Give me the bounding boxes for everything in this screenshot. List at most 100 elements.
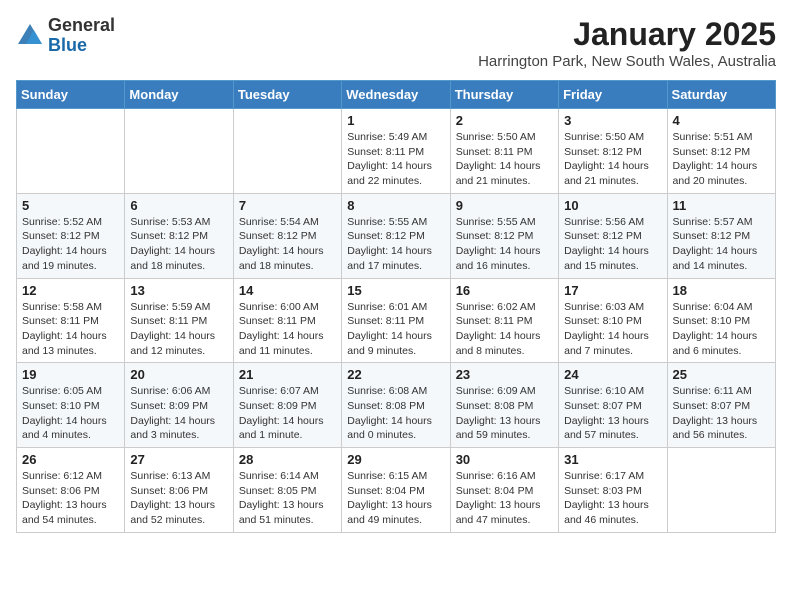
calendar-cell: 8Sunrise: 5:55 AMSunset: 8:12 PMDaylight… <box>342 193 450 278</box>
calendar-cell <box>667 448 775 533</box>
day-info: Sunrise: 5:57 AMSunset: 8:12 PMDaylight:… <box>673 215 770 274</box>
calendar-cell: 25Sunrise: 6:11 AMSunset: 8:07 PMDayligh… <box>667 363 775 448</box>
calendar-cell: 21Sunrise: 6:07 AMSunset: 8:09 PMDayligh… <box>233 363 341 448</box>
day-info: Sunrise: 6:00 AMSunset: 8:11 PMDaylight:… <box>239 300 336 359</box>
day-info: Sunrise: 5:59 AMSunset: 8:11 PMDaylight:… <box>130 300 227 359</box>
week-row-5: 26Sunrise: 6:12 AMSunset: 8:06 PMDayligh… <box>17 448 776 533</box>
day-info: Sunrise: 6:09 AMSunset: 8:08 PMDaylight:… <box>456 384 553 443</box>
header-day-saturday: Saturday <box>667 81 775 109</box>
day-info: Sunrise: 5:50 AMSunset: 8:12 PMDaylight:… <box>564 130 661 189</box>
calendar-cell: 23Sunrise: 6:09 AMSunset: 8:08 PMDayligh… <box>450 363 558 448</box>
day-number: 5 <box>22 198 119 213</box>
day-number: 30 <box>456 452 553 467</box>
day-number: 16 <box>456 283 553 298</box>
day-info: Sunrise: 6:08 AMSunset: 8:08 PMDaylight:… <box>347 384 444 443</box>
header-day-sunday: Sunday <box>17 81 125 109</box>
day-number: 8 <box>347 198 444 213</box>
calendar-cell: 29Sunrise: 6:15 AMSunset: 8:04 PMDayligh… <box>342 448 450 533</box>
month-year: January 2025 <box>478 16 776 53</box>
page-header: General Blue January 2025 Harrington Par… <box>16 16 776 70</box>
calendar-cell: 19 Sunrise: 6:05 AMSunset: 8:10 PMDayligh… <box>17 363 125 448</box>
calendar-cell: 12Sunrise: 5:58 AMSunset: 8:11 PMDayligh… <box>17 278 125 363</box>
logo-blue: Blue <box>48 35 87 55</box>
day-number: 19 <box>22 367 119 382</box>
header-day-monday: Monday <box>125 81 233 109</box>
day-number: 4 <box>673 113 770 128</box>
calendar-cell: 1 Sunrise: 5:49 AMSunset: 8:11 PMDaylight… <box>342 109 450 194</box>
calendar-cell: 28Sunrise: 6:14 AMSunset: 8:05 PMDayligh… <box>233 448 341 533</box>
calendar-header: SundayMondayTuesdayWednesdayThursdayFrid… <box>17 81 776 109</box>
day-info: Sunrise: 6:16 AMSunset: 8:04 PMDaylight:… <box>456 469 553 528</box>
calendar-cell: 5 Sunrise: 5:52 AMSunset: 8:12 PMDaylight… <box>17 193 125 278</box>
logo-general: General <box>48 15 115 35</box>
logo-text: General Blue <box>48 16 115 56</box>
day-info: Sunrise: 6:05 AMSunset: 8:10 PMDaylight:… <box>22 384 119 443</box>
calendar-cell: 20 Sunrise: 6:06 AMSunset: 8:09 PMDayligh… <box>125 363 233 448</box>
calendar-cell: 31 Sunrise: 6:17 AMSunset: 8:03 PMDayligh… <box>559 448 667 533</box>
calendar-cell: 3 Sunrise: 5:50 AMSunset: 8:12 PMDaylight… <box>559 109 667 194</box>
day-info: Sunrise: 6:10 AMSunset: 8:07 PMDaylight:… <box>564 384 661 443</box>
day-number: 7 <box>239 198 336 213</box>
calendar-cell <box>125 109 233 194</box>
calendar-cell: 10Sunrise: 5:56 AMSunset: 8:12 PMDayligh… <box>559 193 667 278</box>
day-info: Sunrise: 6:04 AMSunset: 8:10 PMDaylight:… <box>673 300 770 359</box>
day-info: Sunrise: 6:17 AMSunset: 8:03 PMDaylight:… <box>564 469 661 528</box>
day-number: 10 <box>564 198 661 213</box>
header-day-friday: Friday <box>559 81 667 109</box>
day-number: 18 <box>673 283 770 298</box>
calendar-cell: 26Sunrise: 6:12 AMSunset: 8:06 PMDayligh… <box>17 448 125 533</box>
calendar-cell: 30 Sunrise: 6:16 AMSunset: 8:04 PMDayligh… <box>450 448 558 533</box>
week-row-2: 5 Sunrise: 5:52 AMSunset: 8:12 PMDaylight… <box>17 193 776 278</box>
calendar-cell: 9Sunrise: 5:55 AMSunset: 8:12 PMDaylight… <box>450 193 558 278</box>
day-number: 27 <box>130 452 227 467</box>
day-info: Sunrise: 6:01 AMSunset: 8:11 PMDaylight:… <box>347 300 444 359</box>
day-number: 24 <box>564 367 661 382</box>
calendar-cell: 11 Sunrise: 5:57 AMSunset: 8:12 PMDayligh… <box>667 193 775 278</box>
day-info: Sunrise: 6:12 AMSunset: 8:06 PMDaylight:… <box>22 469 119 528</box>
day-info: Sunrise: 5:50 AMSunset: 8:11 PMDaylight:… <box>456 130 553 189</box>
calendar-body: 1 Sunrise: 5:49 AMSunset: 8:11 PMDaylight… <box>17 109 776 533</box>
calendar-cell: 16 Sunrise: 6:02 AMSunset: 8:11 PMDayligh… <box>450 278 558 363</box>
day-number: 17 <box>564 283 661 298</box>
header-day-thursday: Thursday <box>450 81 558 109</box>
day-info: Sunrise: 5:53 AMSunset: 8:12 PMDaylight:… <box>130 215 227 274</box>
day-number: 11 <box>673 198 770 213</box>
day-number: 29 <box>347 452 444 467</box>
day-info: Sunrise: 5:54 AMSunset: 8:12 PMDaylight:… <box>239 215 336 274</box>
day-info: Sunrise: 6:02 AMSunset: 8:11 PMDaylight:… <box>456 300 553 359</box>
day-info: Sunrise: 5:52 AMSunset: 8:12 PMDaylight:… <box>22 215 119 274</box>
day-info: Sunrise: 5:49 AMSunset: 8:11 PMDaylight:… <box>347 130 444 189</box>
calendar-table: SundayMondayTuesdayWednesdayThursdayFrid… <box>16 80 776 533</box>
day-number: 20 <box>130 367 227 382</box>
day-info: Sunrise: 6:11 AMSunset: 8:07 PMDaylight:… <box>673 384 770 443</box>
header-row: SundayMondayTuesdayWednesdayThursdayFrid… <box>17 81 776 109</box>
day-number: 31 <box>564 452 661 467</box>
day-number: 12 <box>22 283 119 298</box>
day-number: 1 <box>347 113 444 128</box>
week-row-4: 19 Sunrise: 6:05 AMSunset: 8:10 PMDayligh… <box>17 363 776 448</box>
day-number: 2 <box>456 113 553 128</box>
calendar-cell: 7 Sunrise: 5:54 AMSunset: 8:12 PMDaylight… <box>233 193 341 278</box>
day-info: Sunrise: 6:13 AMSunset: 8:06 PMDaylight:… <box>130 469 227 528</box>
day-info: Sunrise: 6:06 AMSunset: 8:09 PMDaylight:… <box>130 384 227 443</box>
calendar-cell: 2 Sunrise: 5:50 AMSunset: 8:11 PMDaylight… <box>450 109 558 194</box>
calendar-cell: 15Sunrise: 6:01 AMSunset: 8:11 PMDayligh… <box>342 278 450 363</box>
day-number: 14 <box>239 283 336 298</box>
calendar-cell: 14 Sunrise: 6:00 AMSunset: 8:11 PMDayligh… <box>233 278 341 363</box>
calendar-cell: 4Sunrise: 5:51 AMSunset: 8:12 PMDaylight… <box>667 109 775 194</box>
week-row-3: 12Sunrise: 5:58 AMSunset: 8:11 PMDayligh… <box>17 278 776 363</box>
logo: General Blue <box>16 16 115 56</box>
day-number: 22 <box>347 367 444 382</box>
header-day-tuesday: Tuesday <box>233 81 341 109</box>
location: Harrington Park, New South Wales, Austra… <box>478 53 776 70</box>
day-number: 28 <box>239 452 336 467</box>
day-info: Sunrise: 6:07 AMSunset: 8:09 PMDaylight:… <box>239 384 336 443</box>
day-info: Sunrise: 6:03 AMSunset: 8:10 PMDaylight:… <box>564 300 661 359</box>
title-block: January 2025 Harrington Park, New South … <box>478 16 776 70</box>
calendar-cell: 6Sunrise: 5:53 AMSunset: 8:12 PMDaylight… <box>125 193 233 278</box>
calendar-cell: 24 Sunrise: 6:10 AMSunset: 8:07 PMDayligh… <box>559 363 667 448</box>
day-number: 13 <box>130 283 227 298</box>
day-number: 3 <box>564 113 661 128</box>
calendar-cell: 13 Sunrise: 5:59 AMSunset: 8:11 PMDayligh… <box>125 278 233 363</box>
day-info: Sunrise: 5:55 AMSunset: 8:12 PMDaylight:… <box>456 215 553 274</box>
